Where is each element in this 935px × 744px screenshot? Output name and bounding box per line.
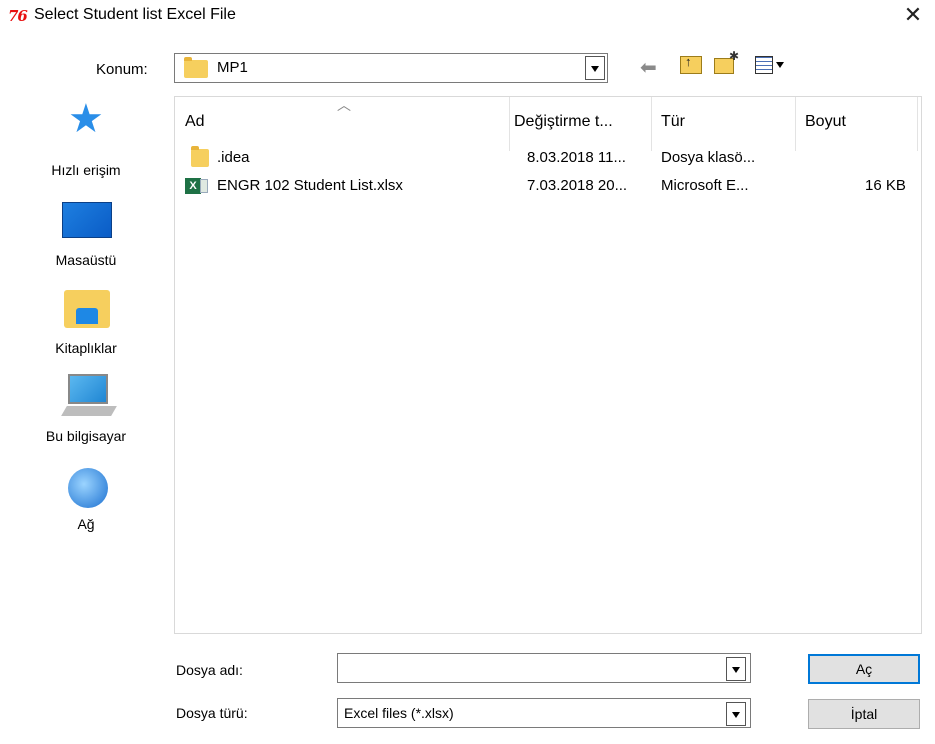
- place-label: Hızlı erişim: [51, 162, 121, 178]
- file-name: .idea: [217, 149, 250, 166]
- file-modified: 7.03.2018 20...: [527, 177, 628, 194]
- location-combobox[interactable]: MP1: [174, 53, 608, 83]
- column-header-name[interactable]: Ad: [185, 113, 205, 131]
- filetype-dropdown-button[interactable]: [726, 702, 746, 726]
- up-folder-icon[interactable]: [680, 54, 702, 74]
- filename-combobox[interactable]: [337, 653, 751, 683]
- file-type: Dosya klasö...: [661, 149, 756, 166]
- place-label: Kitaplıklar: [55, 340, 117, 356]
- location-dropdown-button[interactable]: [585, 56, 605, 80]
- column-header-modified[interactable]: Değiştirme t...: [514, 113, 613, 131]
- window-title: Select Student list Excel File: [34, 6, 236, 23]
- close-button[interactable]: ✕: [898, 2, 928, 30]
- cancel-button[interactable]: İptal: [808, 699, 920, 729]
- file-type: Microsoft E...: [661, 177, 749, 194]
- file-list-header: ︿ Ad Değiştirme t... Tür Boyut: [175, 97, 921, 141]
- file-size: 16 KB: [865, 177, 906, 194]
- places-bar: ★ Hızlı erişim Masaüstü Kitaplıklar Bu b…: [16, 96, 156, 556]
- new-folder-icon[interactable]: [714, 49, 739, 74]
- filetype-value: Excel files (*.xlsx): [344, 705, 454, 721]
- column-divider[interactable]: [795, 97, 796, 151]
- sort-ascending-icon: ︿: [337, 97, 351, 113]
- network-icon: [68, 468, 108, 508]
- libraries-icon: [64, 290, 110, 328]
- folder-icon: [184, 57, 208, 78]
- file-name: ENGR 102 Student List.xlsx: [217, 177, 403, 194]
- file-row[interactable]: X ENGR 102 Student List.xlsx 7.03.2018 2…: [175, 173, 921, 199]
- filetype-select[interactable]: Excel files (*.xlsx): [337, 698, 751, 728]
- desktop-icon: [62, 202, 112, 238]
- quick-access-star-icon: ★: [68, 97, 104, 141]
- this-pc-icon: [68, 374, 108, 404]
- column-divider[interactable]: [917, 97, 918, 151]
- file-modified: 8.03.2018 11...: [527, 149, 626, 166]
- app-icon: 76: [8, 7, 28, 25]
- place-desktop[interactable]: Masaüstü: [16, 192, 156, 282]
- place-this-pc[interactable]: Bu bilgisayar: [16, 370, 156, 460]
- filetype-label: Dosya türü:: [176, 705, 248, 721]
- folder-icon: [191, 146, 209, 167]
- back-arrow-icon[interactable]: ⬅: [640, 55, 657, 80]
- place-label: Ağ: [77, 516, 95, 532]
- column-divider[interactable]: [509, 97, 510, 151]
- location-value: MP1: [217, 59, 248, 76]
- place-quick-access[interactable]: ★ Hızlı erişim: [16, 96, 156, 186]
- place-label: Bu bilgisayar: [45, 428, 127, 444]
- column-header-type[interactable]: Tür: [661, 113, 685, 131]
- place-libraries[interactable]: Kitaplıklar: [16, 282, 156, 372]
- place-label: Masaüstü: [55, 252, 117, 268]
- excel-file-icon: X: [185, 178, 208, 194]
- column-divider[interactable]: [651, 97, 652, 151]
- view-menu-chevron-down-icon[interactable]: [776, 62, 784, 68]
- title-bar: 76 Select Student list Excel File ✕: [0, 0, 935, 32]
- place-network[interactable]: Ağ: [16, 462, 156, 552]
- filename-dropdown-button[interactable]: [726, 657, 746, 681]
- file-list[interactable]: ︿ Ad Değiştirme t... Tür Boyut .idea 8.0…: [174, 96, 922, 634]
- file-row[interactable]: .idea 8.03.2018 11... Dosya klasö...: [175, 145, 921, 171]
- filename-label: Dosya adı:: [176, 662, 243, 678]
- view-menu-icon[interactable]: [755, 56, 773, 74]
- open-button[interactable]: Aç: [808, 654, 920, 684]
- column-header-size[interactable]: Boyut: [805, 113, 846, 131]
- this-pc-keyboard-icon: [61, 406, 117, 416]
- location-label: Konum:: [96, 61, 148, 78]
